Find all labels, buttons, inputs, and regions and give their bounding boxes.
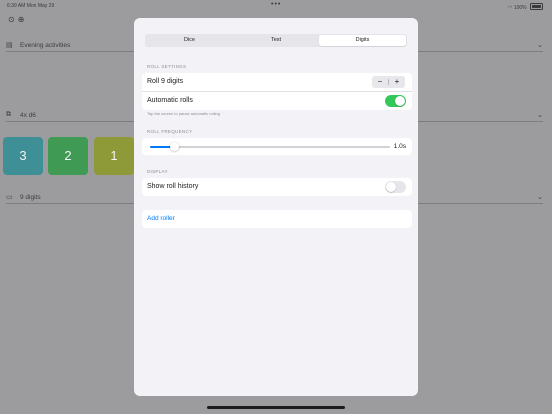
settings-sheet: Dice Text Digits ROLL SETTINGS Roll 9 di…	[134, 18, 418, 396]
tab-text[interactable]: Text	[233, 35, 319, 46]
roll-count-row: Roll 9 digits − +	[142, 73, 412, 91]
die-tile[interactable]: 1	[94, 137, 134, 175]
tab-dice[interactable]: Dice	[146, 35, 233, 46]
tab-digits[interactable]: Digits	[319, 35, 406, 46]
status-right: ◠ 100%	[508, 3, 543, 11]
roll-frequency-group: 1.0s	[142, 138, 412, 155]
field-text: Evening activities	[20, 42, 71, 49]
display-header: DISPLAY	[147, 169, 168, 174]
digits-icon: ▭	[6, 194, 13, 201]
chevron-down-icon[interactable]: ⌄	[537, 111, 543, 119]
status-bar: 6:39 AM Mon May 29 ••• ◠ 100%	[0, 0, 552, 12]
battery-icon	[530, 3, 543, 10]
notes-icon: ▤	[6, 42, 13, 49]
automatic-rolls-toggle[interactable]	[385, 95, 406, 107]
multitasking-dots[interactable]: •••	[271, 1, 281, 8]
slider-thumb[interactable]	[170, 142, 179, 151]
dice-icon: ⧉	[6, 111, 11, 118]
display-group: Show roll history	[142, 178, 412, 196]
background-toolbar: ⊙ ⊕	[8, 15, 27, 24]
die-tile[interactable]: 2	[48, 137, 88, 175]
roll-history-row: Show roll history	[142, 178, 412, 196]
roll-settings-header: ROLL SETTINGS	[147, 64, 187, 69]
status-time: 6:39 AM Mon May 29	[7, 3, 55, 9]
automatic-rolls-hint: Tap the screen to pause automatic rollin…	[147, 111, 220, 116]
decrement-button[interactable]: −	[372, 76, 388, 88]
chevron-down-icon[interactable]: ⌄	[537, 193, 543, 201]
add-roller-group: Add roller	[142, 210, 412, 228]
play-icon[interactable]: ⊙	[8, 15, 15, 24]
wifi-icon: ◠	[508, 5, 513, 11]
add-icon[interactable]: ⊕	[18, 15, 25, 24]
automatic-rolls-label: Automatic rolls	[147, 97, 193, 104]
home-indicator[interactable]	[207, 406, 345, 409]
add-roller-row[interactable]: Add roller	[142, 210, 412, 228]
add-roller-button[interactable]: Add roller	[147, 215, 175, 222]
roll-history-label: Show roll history	[147, 183, 199, 190]
toggle-knob	[395, 96, 405, 106]
digit-count-stepper: − +	[372, 76, 405, 88]
field-text: 4x d6	[20, 112, 36, 119]
roll-frequency-header: ROLL FREQUENCY	[147, 129, 193, 134]
battery-percent: 100%	[513, 5, 527, 11]
automatic-rolls-row: Automatic rolls	[142, 91, 412, 110]
chevron-down-icon[interactable]: ⌄	[537, 41, 543, 49]
frequency-slider[interactable]	[150, 142, 390, 151]
die-tile[interactable]: 3	[3, 137, 43, 175]
toggle-knob	[386, 182, 396, 192]
roll-count-label: Roll 9 digits	[147, 78, 184, 85]
roll-settings-group: Roll 9 digits − + Automatic rolls	[142, 73, 412, 110]
roller-type-segmented-control: Dice Text Digits	[145, 34, 407, 47]
increment-button[interactable]: +	[389, 76, 405, 88]
field-text: 9 digits	[20, 194, 41, 201]
roll-history-toggle[interactable]	[385, 181, 406, 193]
frequency-value: 1.0s	[393, 143, 406, 150]
